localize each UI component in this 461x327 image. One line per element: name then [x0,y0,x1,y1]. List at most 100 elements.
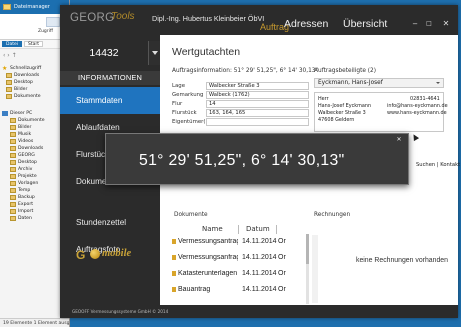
computer-icon [2,111,8,116]
explorer-ribbon: Zugriff [0,14,69,40]
folder-icon [10,139,16,144]
tree-item[interactable]: Import [2,208,69,215]
document-date: 14.11.2014 [242,269,277,277]
sidebar-item-stundenzettel[interactable]: Stundenzettel [60,209,160,236]
party-email[interactable]: info@hans-eyckmann.de [387,103,448,109]
document-row[interactable]: Vermessungsantrag 14.11.2014 Or [172,235,306,247]
menu-adressen[interactable]: Adressen [284,18,328,30]
coordinates-text: 51° 29' 51,25", 6° 14' 30,13" [139,152,345,169]
folder-icon [10,195,16,200]
tree-item[interactable]: Desktop [2,159,69,166]
folder-icon [10,209,16,214]
maximize-button[interactable]: □ [423,19,435,29]
party-select[interactable]: Eyckmann, Hans-Josef [314,78,444,88]
field-value[interactable]: 163, 164, 165 [206,109,309,117]
tree-item[interactable]: Dokumente [2,117,69,124]
user-name: Dipl.-Ing. Hubertus Kleinbeier ÖbVI [152,14,265,23]
pin-icon[interactable] [46,17,60,27]
documents-scrollbar[interactable] [306,234,309,304]
document-row[interactable]: Bauantrag 14.11.2014 Or [172,283,306,295]
app-titlebar[interactable]: GEORG Tools Dipl.-Ing. Hubertus Kleinbei… [60,5,458,35]
explorer-status-bar: 19 Elemente 1 Element ausgewählt (215 KB… [0,318,69,327]
auftrag-info-label: Auftragsinformation: 51° 29' 51,25", 6° … [172,68,319,74]
tree-item[interactable]: Videos [2,138,69,145]
mouse-cursor-icon [410,132,420,142]
search-contact-link[interactable]: Suchen | Kontakt [416,162,460,168]
tree-quick-access[interactable]: ★ Schnellzugriff [2,65,69,72]
document-date: 14.11.2014 [242,253,277,261]
column-name[interactable]: Name [202,225,223,233]
party-phone: 02831-4641 [410,96,440,102]
party-role: Herr [318,96,329,102]
tab-datei[interactable]: Datei [2,41,23,47]
tree-item[interactable]: Musik [2,131,69,138]
folder-icon [10,118,16,123]
tree-item[interactable]: Export [2,201,69,208]
invoices-scrollbar[interactable] [312,235,318,303]
explorer-nav-arrows[interactable]: ‹ › ↑ [0,49,69,61]
folder-icon [10,132,16,137]
document-name: Katasterunterlagen [178,269,238,277]
document-name: Vermessungsantrag [178,237,238,245]
field-value[interactable]: Walbeck (1762) [206,91,309,99]
tree-item[interactable]: Temp [2,187,69,194]
sidebar-item-stammdaten[interactable]: Stammdaten [60,87,160,114]
form-row-flur: Flur 14 [172,100,309,108]
field-value[interactable]: 14 [206,100,309,108]
logo-text: mobile [102,248,132,259]
folder-icon [6,87,12,92]
order-dropdown-button[interactable] [148,41,160,65]
tree-item[interactable]: Bilder [2,124,69,131]
document-row[interactable]: Katasterunterlagen 14.11.2014 Or [172,267,306,279]
chevron-down-icon [151,51,158,55]
field-value[interactable] [206,118,309,126]
column-date[interactable]: Datum [246,225,270,233]
form-row-flurstck: Flurstück 163, 164, 165 [172,109,309,117]
documents-table-header: Name Datum [172,225,307,234]
document-row[interactable]: Vermessungsanfrage 14.11.2014 Or [172,251,306,263]
folder-icon [6,80,12,85]
tree-item[interactable]: Downloads [2,145,69,152]
tree-item[interactable]: Daten [2,215,69,222]
close-button[interactable]: ✕ [440,19,452,29]
document-source: Or [278,285,286,293]
field-value[interactable]: Walbecker Straße 3 [206,82,309,90]
explorer-tree: ★ Schnellzugriff Downloads Desktop Bilder D… [0,61,69,222]
field-label: Flurstück [172,110,197,116]
party-street: Walbecker Straße 3 [318,110,366,116]
tree-item[interactable]: Backup [2,194,69,201]
folder-icon [10,188,16,193]
tree-item[interactable]: Downloads [2,72,69,79]
no-invoices-message: keine Rechnungen vorhanden [356,257,448,264]
party-web[interactable]: www.hans-eyckmann.de [387,110,447,116]
brand-logo: GEORG Tools [60,5,152,35]
document-name: Bauantrag [178,285,211,293]
close-icon[interactable]: ✕ [395,136,403,144]
tree-item[interactable]: Dokumente [2,93,69,100]
tree-item[interactable]: Bilder [2,86,69,93]
field-label: Flur [172,101,183,107]
folder-icon [10,146,16,151]
globe-icon [90,249,100,259]
tree-item[interactable]: Projekte [2,173,69,180]
tree-this-pc[interactable]: Dieser PC [2,110,69,117]
minimize-button[interactable]: ‒ [409,19,421,29]
explorer-titlebar[interactable]: Dateimanager [0,0,69,14]
folder-icon [10,160,16,165]
field-label: Gemarkung [172,92,204,98]
document-date: 14.11.2014 [242,237,277,245]
folder-icon [10,125,16,130]
tree-item[interactable]: GEORG [2,152,69,159]
tab-start[interactable]: Start [24,41,44,47]
logo-letter: G [76,248,86,262]
folder-icon [10,181,16,186]
order-number[interactable]: 14432 [60,41,148,65]
brand-main: GEORG [70,12,115,24]
document-icon [172,254,176,260]
document-icon [172,286,176,292]
tree-item[interactable]: Vorlagen [2,180,69,187]
tree-item[interactable]: Desktop [2,79,69,86]
page-title: Wertgutachten [172,46,241,58]
tree-item[interactable]: Archiv [2,166,69,173]
menu-uebersicht[interactable]: Übersicht [343,18,387,30]
